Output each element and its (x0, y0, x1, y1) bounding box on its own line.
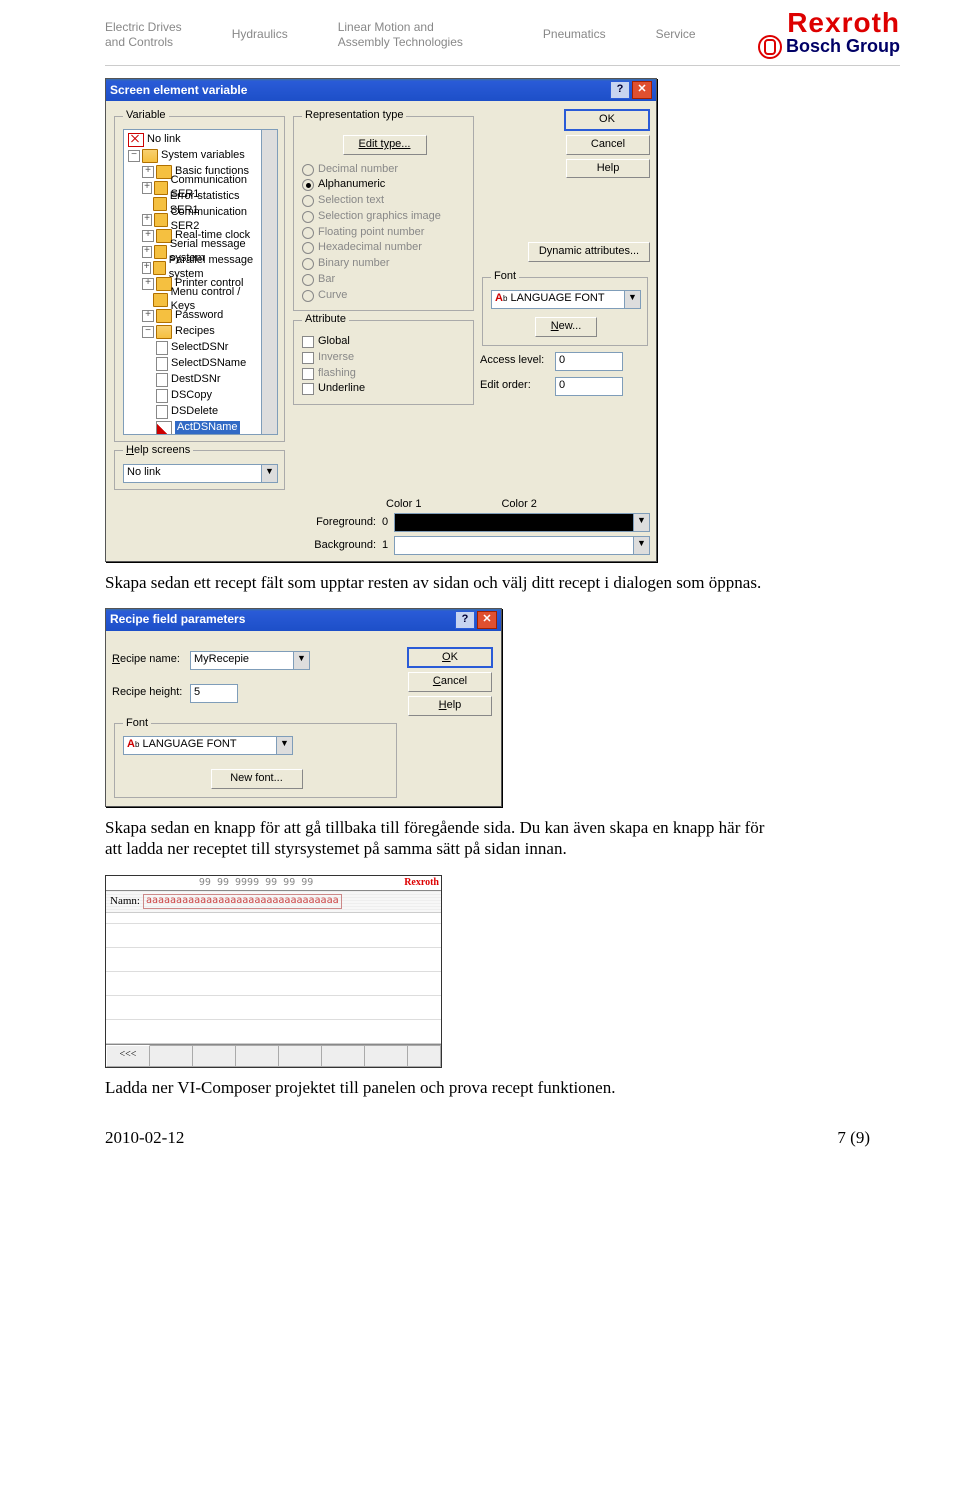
help-screens-legend: Help screens (123, 444, 193, 458)
nolink-icon (128, 133, 144, 147)
close-titlebar-button[interactable]: ✕ (477, 611, 497, 629)
chevron-down-icon[interactable]: ▼ (634, 513, 650, 532)
font-group: Font Ab LANGUAGE FONT▼ New... (482, 270, 648, 346)
hdr-item: Electric Drives and Controls (105, 20, 182, 49)
dialog-screen-element-variable: Screen element variable ? ✕ Variable No … (105, 78, 657, 562)
folder-icon (153, 293, 168, 307)
close-titlebar-button[interactable]: ✕ (632, 81, 652, 99)
cancel-button[interactable]: Cancel (566, 135, 650, 155)
help-titlebar-button[interactable]: ? (455, 611, 475, 629)
help-button[interactable]: Help (566, 159, 650, 179)
representation-legend: Representation type (302, 109, 406, 123)
help-link-combo[interactable]: No link▼ (123, 464, 278, 483)
recipe-height-input[interactable]: 5 (190, 684, 238, 703)
folder-icon (156, 309, 172, 323)
footer-page: 7 (9) (837, 1128, 870, 1148)
font-legend: Font (123, 717, 151, 731)
footer-date: 2010-02-12 (105, 1128, 184, 1148)
folder-icon (154, 181, 167, 195)
new-font-button[interactable]: New font... (211, 769, 303, 789)
font-legend: Font (491, 270, 519, 284)
brand-logo: Rexroth Bosch Group (758, 10, 900, 59)
background-combo[interactable]: ▼ (394, 536, 650, 555)
dialog-title: Screen element variable (110, 83, 247, 98)
tree-scrollbar[interactable] (262, 129, 278, 435)
attribute-group: Attribute Global Inverse flashing Underl… (293, 313, 474, 405)
hdr-item: Service (656, 27, 696, 41)
foreground-combo[interactable]: ▼ (394, 513, 650, 532)
folder-icon (154, 213, 167, 227)
folder-icon (156, 325, 172, 339)
font-combo[interactable]: Ab LANGUAGE FONT▼ (123, 736, 293, 755)
edit-order-label: Edit order: (480, 379, 555, 393)
attribute-legend: Attribute (302, 313, 349, 327)
hdr-item: Hydraulics (232, 27, 288, 41)
var-icon (156, 341, 168, 355)
recipe-name-combo[interactable]: MyRecepie▼ (190, 651, 310, 670)
hmi-screen-preview: 99 99 9999 99 99 99 Rexroth Namn: aaaaaa… (105, 875, 442, 1068)
status-bar-text: 99 99 9999 99 99 99 (108, 877, 404, 890)
variable-tree[interactable]: No link −System variables +Basic functio… (123, 129, 262, 435)
var-icon (156, 357, 168, 371)
titlebar: Recipe field parameters ? ✕ (106, 609, 501, 631)
tree-selected: ActDSName (175, 421, 240, 435)
page-footer: 2010-02-12 7 (9) (0, 1108, 960, 1148)
ok-button[interactable]: OK (407, 647, 493, 669)
chevron-down-icon[interactable]: ▼ (625, 290, 641, 309)
dynamic-attributes-button[interactable]: Dynamic attributes... (528, 242, 650, 262)
edit-var-icon (156, 421, 172, 435)
edit-order-input[interactable]: 0 (555, 377, 623, 396)
brand-text: Rexroth (404, 877, 439, 890)
new-font-button[interactable]: New... (535, 317, 597, 337)
var-icon (156, 373, 168, 387)
back-button[interactable]: <<< (106, 1045, 150, 1067)
chevron-down-icon[interactable]: ▼ (634, 536, 650, 555)
body-paragraph: Skapa sedan ett recept fält som upptar r… (105, 572, 770, 593)
doc-header: Electric Drives and Controls Hydraulics … (0, 0, 960, 65)
folder-icon (154, 245, 167, 259)
var-icon (156, 389, 168, 403)
cancel-button[interactable]: Cancel (408, 672, 492, 692)
dialog-title: Recipe field parameters (110, 612, 245, 627)
dialog-recipe-field-parameters: Recipe field parameters ? ✕ Recipe name:… (105, 608, 502, 808)
help-titlebar-button[interactable]: ? (610, 81, 630, 99)
representation-group: Representation type Edit type... Decimal… (293, 109, 474, 311)
color2-label: Color 2 (501, 498, 536, 512)
chevron-down-icon[interactable]: ▼ (277, 736, 293, 755)
hdr-item: Linear Motion and Assembly Technologies (338, 20, 463, 49)
access-level-input[interactable]: 0 (555, 352, 623, 371)
font-combo[interactable]: Ab LANGUAGE FONT▼ (491, 290, 641, 309)
var-icon (156, 405, 168, 419)
titlebar: Screen element variable ? ✕ (106, 79, 656, 101)
color1-label: Color 1 (386, 498, 421, 512)
edit-type-button[interactable]: Edit type... (343, 135, 427, 155)
recipe-grid-area (106, 912, 441, 1044)
help-screens-group: Help screens No link▼ (114, 444, 285, 490)
folder-icon (153, 261, 165, 275)
variable-group: Variable No link −System variables +Basi… (114, 109, 285, 442)
variable-legend: Variable (123, 109, 169, 123)
foreground-label: Foreground: (296, 516, 376, 530)
access-level-label: Access level: (480, 354, 555, 368)
bosch-logo-icon (758, 35, 782, 59)
folder-icon (156, 165, 172, 179)
recipe-name-label: Recipe name: (112, 653, 190, 667)
ok-button[interactable]: OK (564, 109, 650, 131)
body-paragraph: Ladda ner VI-Composer projektet till pan… (105, 1077, 770, 1098)
namn-label: Namn: (110, 895, 140, 909)
hdr-item: Pneumatics (543, 27, 606, 41)
background-label: Background: (296, 539, 376, 553)
chevron-down-icon[interactable]: ▼ (294, 651, 310, 670)
header-divider (105, 65, 900, 66)
folder-icon (142, 149, 158, 163)
folder-icon (153, 197, 167, 211)
recipe-height-label: Recipe height: (112, 686, 190, 700)
chevron-down-icon[interactable]: ▼ (262, 464, 278, 483)
help-button[interactable]: Help (408, 696, 492, 716)
folder-icon (156, 277, 172, 291)
namn-field[interactable]: aaaaaaaaaaaaaaaaaaaaaaaaaaaaaaaa (143, 894, 342, 909)
font-group: Font Ab LANGUAGE FONT▼ New font... (114, 717, 397, 799)
body-paragraph: Skapa sedan en knapp för att gå tillbaka… (105, 817, 770, 860)
